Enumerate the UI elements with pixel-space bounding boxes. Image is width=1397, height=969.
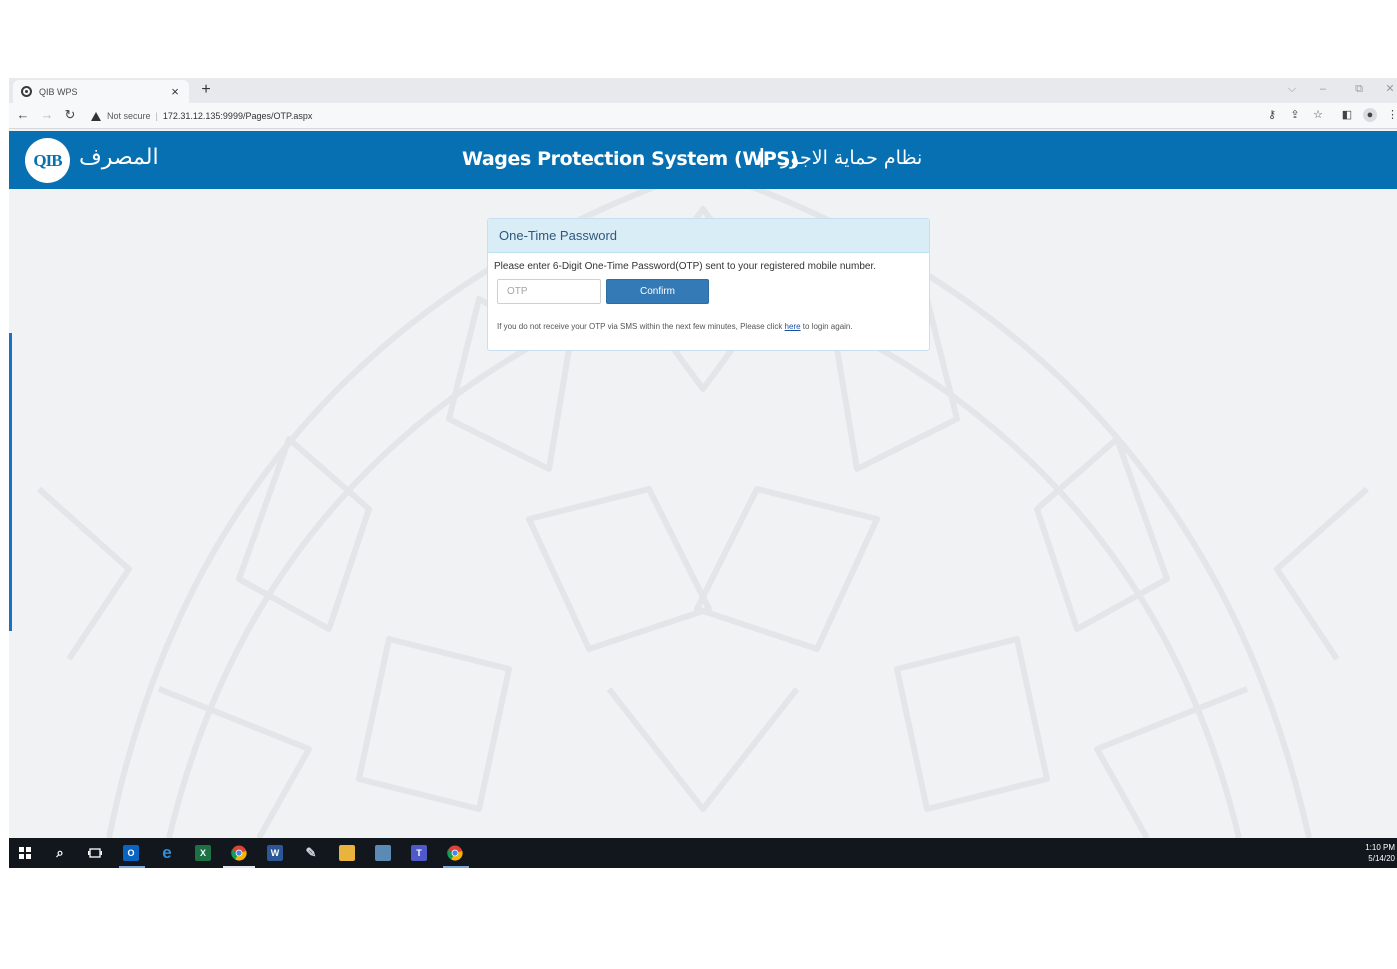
tab-title: QIB WPS (39, 86, 78, 97)
otp-input[interactable] (497, 279, 601, 304)
url-text[interactable]: 172.31.12.135:9999/Pages/OTP.aspx (163, 111, 312, 121)
address-bar[interactable]: Not secure | 172.31.12.135:9999/Pages/OT… (91, 106, 312, 126)
chrome-active-indicator (223, 866, 255, 868)
globe-favicon-icon (21, 86, 32, 97)
site-header: QIB المصرف Wages Protection System (WPS)… (9, 131, 1397, 189)
minimize-icon[interactable]: – (1315, 80, 1331, 98)
paint-icon[interactable]: ✎ (303, 845, 319, 861)
security-label[interactable]: Not secure (107, 111, 151, 121)
chrome-alt-icon[interactable] (447, 845, 463, 861)
otp-panel-body: Please enter 6-Digit One-Time Password(O… (488, 253, 929, 339)
qib-logo[interactable]: QIB (25, 138, 70, 183)
taskbar-clock[interactable]: 1:10 PM 5/14/20 (1365, 842, 1395, 864)
system-title: Wages Protection System (WPS) (462, 148, 798, 170)
word-icon[interactable]: W (267, 845, 283, 861)
side-panel-icon[interactable]: ◧ (1340, 108, 1354, 122)
chrome-icon[interactable] (231, 845, 247, 861)
browser-tab-strip: QIB WPS × + ⌵ – ⧉ ✕ (9, 78, 1397, 103)
back-icon[interactable]: ← (15, 107, 31, 123)
edge-strip (9, 333, 12, 631)
edge-icon[interactable]: e (159, 844, 175, 861)
page-content: One-Time Password Please enter 6-Digit O… (9, 189, 1397, 838)
reload-icon[interactable]: ↻ (62, 107, 78, 123)
tab-search-icon[interactable]: ⌵ (1284, 80, 1300, 98)
address-separator: | (155, 111, 158, 121)
outlook-icon[interactable]: O (123, 845, 139, 861)
tab-close-icon[interactable]: × (167, 84, 183, 99)
browser-toolbar: ← → ↻ Not secure | 172.31.12.135:9999/Pa… (9, 103, 1397, 129)
title-divider: | (759, 146, 765, 168)
otp-panel-heading: One-Time Password (488, 219, 929, 253)
network-icon[interactable] (375, 845, 391, 861)
note-text-before: If you do not receive your OTP via SMS w… (497, 322, 785, 331)
bookmark-star-icon[interactable]: ☆ (1311, 108, 1325, 122)
excel-icon[interactable]: X (195, 845, 211, 861)
otp-form-row: Confirm (497, 279, 923, 304)
teams-icon[interactable]: T (411, 845, 427, 861)
task-view-icon[interactable] (87, 845, 103, 861)
confirm-button[interactable]: Confirm (606, 279, 709, 304)
search-icon[interactable]: ⌕ (52, 845, 68, 861)
key-icon[interactable]: ⚷ (1265, 108, 1279, 122)
resend-note: If you do not receive your OTP via SMS w… (497, 322, 923, 331)
close-window-icon[interactable]: ✕ (1382, 80, 1397, 98)
system-title-arabic: نظام حماية الاجور (781, 147, 923, 169)
share-icon[interactable]: ⇪ (1288, 108, 1302, 122)
file-explorer-icon[interactable] (339, 845, 355, 861)
menu-icon[interactable]: ⋮ (1387, 108, 1397, 122)
browser-tab[interactable]: QIB WPS × (13, 80, 189, 103)
login-again-link[interactable]: here (785, 322, 801, 331)
screen: QIB WPS × + ⌵ – ⧉ ✕ ← → ↻ Not secure | 1… (9, 78, 1397, 868)
note-text-after: to login again. (800, 322, 853, 331)
taskbar: ⌕ O e X W ✎ T 1:10 PM 5/14/20 (9, 838, 1397, 868)
chrome-alt-active-indicator (443, 866, 469, 868)
clock-time: 1:10 PM (1365, 843, 1395, 852)
new-tab-button[interactable]: + (197, 80, 215, 100)
otp-instructions: Please enter 6-Digit One-Time Password(O… (494, 261, 877, 272)
restore-icon[interactable]: ⧉ (1351, 80, 1367, 98)
windows-start-icon[interactable] (17, 845, 33, 861)
forward-icon[interactable]: → (39, 107, 55, 123)
profile-icon[interactable]: ● (1363, 108, 1377, 122)
bank-name-arabic: المصرف (79, 145, 159, 170)
otp-panel: One-Time Password Please enter 6-Digit O… (487, 218, 930, 351)
outlook-active-indicator (119, 866, 145, 868)
warning-icon (91, 111, 101, 121)
clock-date: 5/14/20 (1368, 854, 1395, 863)
